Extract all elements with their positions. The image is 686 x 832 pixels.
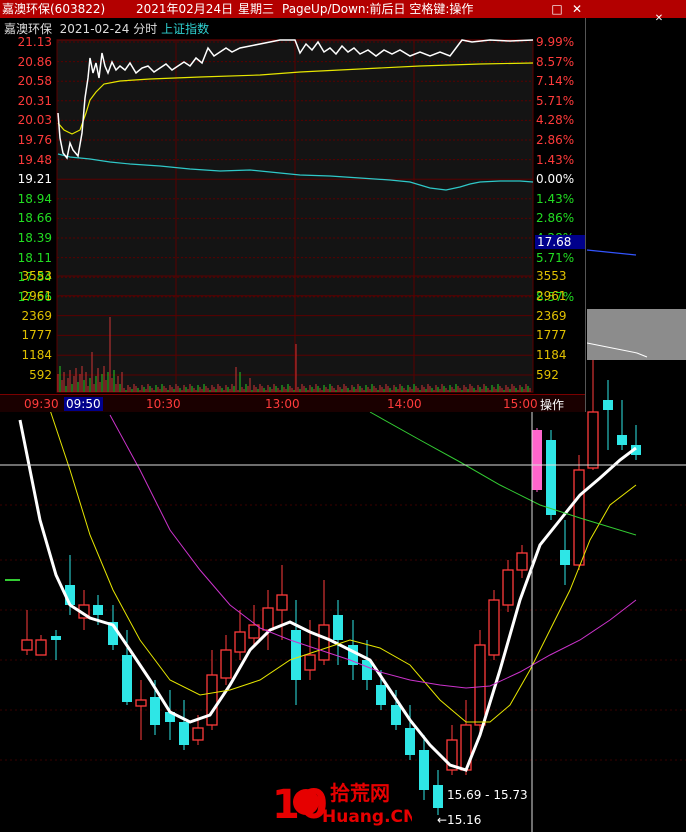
title-stock-code: (603822) [50,2,106,16]
candle [206,650,218,730]
intraday-popup[interactable]: 嘉澳环保 2021-02-24 分时 上证指数 21.13 20.86 20.58 2… [0,18,586,412]
title-hint: PageUp/Down:前后日 空格键:操作 [282,2,474,16]
low-price-annotation: ←15.16 [437,813,482,827]
candle [35,635,47,656]
candle [631,425,641,460]
price-label: 19.48 [17,152,52,167]
candle [248,605,260,645]
volume-label: 2369 [21,308,52,323]
title-weekday: 星期三 [238,2,275,16]
percent-label: 1.43% [536,191,575,206]
time-label: 10:30 [146,397,181,411]
price-label: 21.13 [17,35,52,49]
volume-label-right: 2369 [536,308,567,323]
candle [291,600,301,705]
time-label: 14:00 [387,397,422,411]
candle [433,770,443,815]
candle [220,635,232,685]
volume-label-right: 1184 [536,348,567,363]
title-bar[interactable]: 嘉澳环保 (603822) 2021年02月24日 星期三 PageUp/Dow… [0,0,686,18]
operate-button[interactable]: 操作 [540,396,564,413]
intraday-chart[interactable] [0,18,585,394]
volume-label: 3553 [21,269,52,283]
price-label: 20.31 [17,93,52,108]
price-label: 20.03 [17,113,52,128]
candle [276,565,288,640]
percent-label: 2.86% [536,211,575,226]
title-stock-name: 嘉澳环保 [2,2,51,16]
candle [135,680,147,740]
volume-label: 2961 [21,288,52,303]
candle [617,400,627,450]
percent-label: 4.28% [536,113,575,128]
percent-label: 2.86% [536,133,575,147]
volume-label-right: 2961 [536,288,567,303]
price-label: 18.11 [17,250,52,265]
volume-label-right: 1777 [536,328,567,343]
ma5-line [18,419,637,772]
candle [516,545,528,578]
watermark-cn: 拾荒网 [330,781,390,805]
candle [21,610,33,655]
candle [419,735,429,800]
candle [560,520,570,585]
price-range-annotation: 15.69 - 15.73 [447,788,528,802]
percent-label: 5.71% [536,93,575,108]
close-button[interactable]: ✕ [568,0,586,18]
volume-label: 592 [29,368,52,382]
intraday-header-date: 2021-02-24 [59,22,130,36]
time-label: 15:00 [503,397,538,411]
watermark-logo: 10 拾荒网 Huang.CN [272,778,417,828]
candle [488,590,500,660]
kline-candles [21,360,641,815]
candle [179,700,189,750]
candle [532,428,542,492]
candle [502,560,514,612]
candle [546,430,556,520]
candle [587,360,599,470]
candle [234,610,246,660]
volume-label: 1777 [21,328,52,343]
title-date: 2021年02月24日 [136,2,234,16]
volume-label: 1184 [21,348,52,363]
price-label: 19.76 [17,133,52,147]
candle [573,455,585,570]
percent-label: 0.00% [536,172,575,187]
overlay-gray-panel [586,309,686,360]
candle [51,630,61,660]
kline-window: 15.69 - 15.73 ←15.16 10 拾荒网 Huang.CN 嘉澳环… [0,0,686,832]
price-label: 20.86 [17,54,52,69]
background-close-icon[interactable]: ✕ [650,10,668,28]
ma20-line [109,414,637,689]
price-label: 18.66 [17,211,52,226]
price-label: 20.58 [17,74,52,89]
time-axis: 09:30 09:50 10:30 13:00 14:00 15:00 操作 [0,394,585,412]
percent-label: 5.71% [536,250,575,265]
time-label[interactable]: 09:50 [64,397,103,411]
volume-label-right: 3553 [536,269,567,283]
price-label: 19.21 [17,172,52,187]
percent-label: 8.57% [536,54,575,69]
percent-label: 7.14% [536,74,575,89]
candle [78,590,90,630]
time-label: 13:00 [265,397,300,411]
minimize-button[interactable]: □ [548,0,566,18]
percent-label: 9.99% [536,35,575,49]
watermark-en: Huang.CN [322,807,412,827]
volume-label-right: 592 [536,368,559,382]
intraday-header-mode: 分时 [133,22,158,36]
percent-label: 1.43% [536,152,575,167]
intraday-header-name: 嘉澳环保 [4,22,53,36]
kline-moving-averages [18,409,637,772]
candle [603,380,613,450]
candle [262,590,274,650]
intraday-header-index[interactable]: 上证指数 [161,22,209,36]
price-label: 18.39 [17,231,52,245]
price-label: 18.94 [17,191,52,206]
index-price-box: 17.68 [535,235,585,249]
time-label: 09:30 [24,397,59,411]
